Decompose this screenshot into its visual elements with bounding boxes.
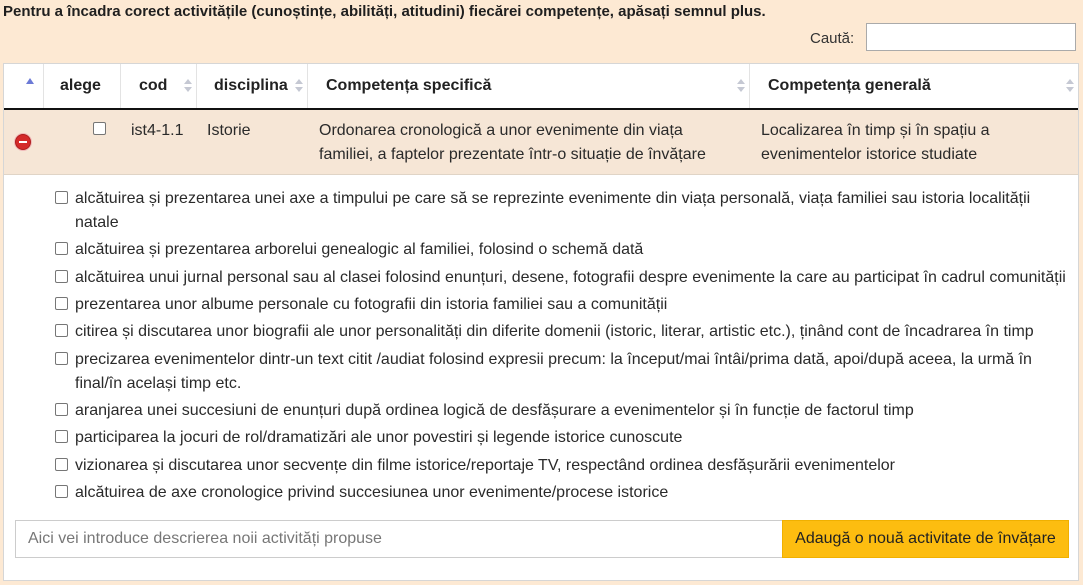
- sort-arrows-icon: [737, 78, 745, 94]
- sort-arrows-icon: [184, 78, 192, 94]
- activity-label: alcătuirea și prezentarea unei axe a tim…: [75, 190, 1031, 231]
- activity-label: alcătuirea de axe cronologice privind su…: [75, 484, 669, 501]
- select-row-checkbox[interactable]: [93, 122, 106, 135]
- competenta-generala-cell: Localizarea în timp și în spațiu a eveni…: [761, 122, 990, 163]
- table-header: alege cod disciplina Competența specific…: [4, 64, 1078, 110]
- competencies-table: alege cod disciplina Competența specific…: [3, 63, 1079, 581]
- activity-item: prezentarea unor albume personale cu fot…: [55, 293, 1070, 317]
- activity-checkbox[interactable]: [55, 324, 68, 337]
- column-header-alege[interactable]: alege: [44, 64, 121, 108]
- activity-checkbox[interactable]: [55, 403, 68, 416]
- column-header-competenta-generala[interactable]: Competența generală: [750, 64, 1078, 108]
- activity-checkbox[interactable]: [55, 297, 68, 310]
- new-activity-input[interactable]: [15, 520, 782, 558]
- column-header-label: alege: [60, 77, 101, 94]
- table-row: ist4-1.1 Istorie Ordonarea cronologică a…: [4, 110, 1078, 175]
- page-instructions: Pentru a încadra corect activitățile (cu…: [3, 3, 766, 20]
- activity-checkbox[interactable]: [55, 352, 68, 365]
- disciplina-cell: Istorie: [207, 122, 251, 139]
- sort-asc-icon: [26, 78, 34, 84]
- minus-circle-icon[interactable]: [15, 134, 31, 150]
- activity-checkbox[interactable]: [55, 485, 68, 498]
- activity-item: alcătuirea unui jurnal personal sau al c…: [55, 266, 1070, 290]
- column-header-disciplina[interactable]: disciplina: [197, 64, 308, 108]
- column-header-label: Competența specifică: [326, 77, 492, 94]
- sort-arrows-icon: [1066, 78, 1074, 94]
- activity-label: aranjarea unei succesiuni de enunțuri du…: [75, 402, 914, 419]
- activity-label: alcătuirea și prezentarea arborelui gene…: [75, 241, 644, 258]
- activity-label: participarea la jocuri de rol/dramatizăr…: [75, 429, 683, 446]
- activity-item: participarea la jocuri de rol/dramatizăr…: [55, 426, 1070, 450]
- activity-item: alcătuirea și prezentarea arborelui gene…: [55, 238, 1070, 262]
- activity-checkbox[interactable]: [55, 242, 68, 255]
- sort-arrows-icon: [295, 78, 303, 94]
- column-header-expand[interactable]: [4, 64, 44, 108]
- column-header-cod[interactable]: cod: [121, 64, 197, 108]
- column-header-label: Competența generală: [768, 77, 931, 94]
- activity-item: vizionarea și discutarea unor secvențe d…: [55, 454, 1070, 478]
- activity-label: precizarea evenimentelor dintr-un text c…: [75, 351, 1032, 392]
- activity-checkbox[interactable]: [55, 458, 68, 471]
- activity-label: citirea și discutarea unor biografii ale…: [75, 323, 1034, 340]
- activity-label: alcătuirea unui jurnal personal sau al c…: [75, 269, 1066, 286]
- activity-checkbox[interactable]: [55, 270, 68, 283]
- activity-item: alcătuirea și prezentarea unei axe a tim…: [55, 187, 1070, 235]
- activity-item: alcătuirea de axe cronologice privind su…: [55, 481, 1070, 505]
- add-activity-button[interactable]: Adaugă o nouă activitate de învățare: [782, 520, 1069, 558]
- activity-item: citirea și discutarea unor biografii ale…: [55, 320, 1070, 344]
- activity-label: prezentarea unor albume personale cu fot…: [75, 296, 668, 313]
- search-label: Caută:: [810, 30, 855, 47]
- activity-checkbox[interactable]: [55, 191, 68, 204]
- activity-checkbox[interactable]: [55, 430, 68, 443]
- column-header-label: disciplina: [214, 77, 288, 94]
- alege-cell: [44, 110, 121, 174]
- search-input[interactable]: [866, 23, 1076, 51]
- activity-label: vizionarea și discutarea unor secvențe d…: [75, 457, 895, 474]
- column-header-competenta-specifica[interactable]: Competența specifică: [308, 64, 750, 108]
- activity-item: aranjarea unei succesiuni de enunțuri du…: [55, 399, 1070, 423]
- activity-item: precizarea evenimentelor dintr-un text c…: [55, 348, 1070, 396]
- column-header-label: cod: [139, 77, 168, 94]
- cod-cell: ist4-1.1: [131, 122, 184, 139]
- competenta-specifica-cell: Ordonarea cronologică a unor evenimente …: [319, 122, 706, 163]
- expand-cell: [4, 110, 44, 174]
